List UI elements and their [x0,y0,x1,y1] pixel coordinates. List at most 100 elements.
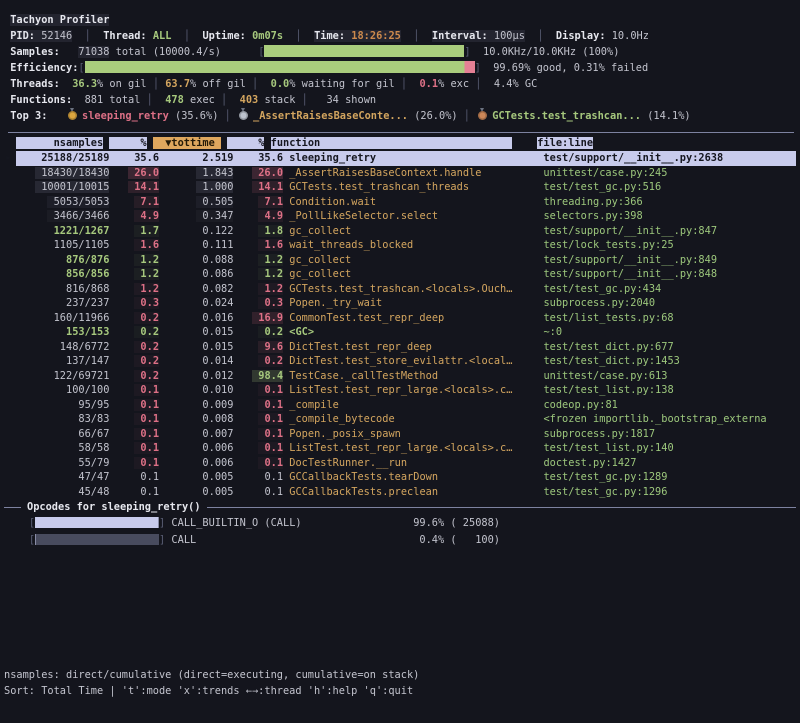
cell-tottime: 0.006 [196,457,233,469]
text-fg: 4.4 [494,78,513,90]
table-row[interactable]: 1105/1105 1.6 0.111 1.6 wait_threads_blo… [4,238,796,253]
table-row[interactable]: 55/79 0.1 0.006 0.1 DocTestRunner.__run … [4,456,796,471]
table-row[interactable]: 83/83 0.1 0.008 0.1 _compile_bytecode <f… [4,412,796,427]
table-row[interactable]: 58/58 0.1 0.006 0.1 ListTest.test_repr_l… [4,441,796,456]
table-row[interactable]: 153/153 0.2 0.015 0.2 <GC> ~:0 [4,325,796,340]
text-lbl: Time: [314,30,351,42]
cell-cumulative-pct: 0.1 [258,428,283,440]
table-row[interactable]: 5053/5053 7.1 0.505 7.1 Condition.wait t… [4,195,796,210]
column-header-nsamples[interactable]: nsamples [16,137,103,149]
cell-cumulative-pct: 1.6 [258,239,283,251]
text-grn: 0.0 [271,78,290,90]
text-amb: 63.7 [165,78,190,90]
text-fg [481,78,493,90]
cell-file-line: test/support/__init__.py:2638 [543,152,723,164]
cell-tottime: 0.005 [196,486,233,498]
text-fg [407,78,419,90]
table-row[interactable]: 237/237 0.3 0.024 0.3 Popen._try_wait su… [4,296,796,311]
table-row[interactable]: 100/100 0.1 0.010 0.1 ListTest.test_repr… [4,383,796,398]
text-grn: GCTests.test_trashcan... [492,110,641,122]
text-fg: 99.69% good, 0.31% failed [481,62,648,74]
cell-tottime: 0.006 [196,442,233,454]
cell-nsamples: 83/83 [72,413,109,425]
text-fg [544,30,556,42]
cell-function: DictTest.test_store_evilattr.<local… [289,355,512,367]
table-row[interactable]: 45/48 0.1 0.005 0.1 GCCallbackTests.prec… [4,485,796,500]
cell-function: _PollLikeSelector.select [289,210,438,222]
cell-direct-pct: 0.2 [134,355,159,367]
opcode-row: [] CALL 0.4% ( 100) [4,532,796,549]
cell-function: gc_collect [289,225,351,237]
cell-tottime: 0.014 [196,355,233,367]
cell-cumulative-pct: 0.1 [258,471,283,483]
text-fg: total [103,94,146,106]
cell-direct-pct: 0.1 [134,384,159,396]
cell-tottime: 1.000 [196,181,233,193]
column-header-tottime[interactable]: ▼tottime [153,137,221,149]
text-amb: 403 [240,94,259,106]
table-row[interactable]: 160/11966 0.2 0.016 16.9 CommonTest.test… [4,311,796,326]
text-fg: 881 [85,94,104,106]
text-fg: % on gil [97,78,153,90]
cell-file-line: test/test_dict.py:1453 [543,355,679,367]
opcode-pct: 99.6% ( 25088) [413,517,500,529]
table-row[interactable]: ▶ 25188/25189 35.6 2.519 35.6 sleeping_r… [4,151,796,166]
cell-direct-pct: 0.1 [134,486,159,498]
cell-direct-pct: 1.2 [134,254,159,266]
cell-cumulative-pct: 1.2 [258,268,283,280]
table-row[interactable]: 47/47 0.1 0.005 0.1 GCCallbackTests.tear… [4,470,796,485]
table-row[interactable]: 122/69721 0.2 0.012 98.4 TestCase._callT… [4,369,796,384]
gold-medal-icon [66,108,79,121]
cell-cumulative-pct: 26.0 [252,167,283,179]
cell-direct-pct: 0.1 [134,428,159,440]
table-row[interactable]: 1221/1267 1.7 0.122 1.8 gc_collect test/… [4,224,796,239]
text-fg: 100µs [494,30,525,42]
table-row[interactable]: 10001/10015 14.1 1.000 14.1 GCTests.test… [4,180,796,195]
column-header-function[interactable]: function [271,137,513,149]
table-row[interactable]: 148/6772 0.2 0.015 9.6 DictTest.test_rep… [4,340,796,355]
text-fg [308,94,327,106]
text-fg [60,78,72,90]
cell-file-line: subprocess.py:2040 [543,297,655,309]
text-fg: 10.0KHz/10.0KHz (100%) [471,46,620,58]
cell-tottime: 0.015 [196,326,233,338]
table-row[interactable]: 816/868 1.2 0.082 1.2 GCTests.test_trash… [4,282,796,297]
text-fg [525,30,537,42]
table-row[interactable]: 137/147 0.2 0.014 0.2 DictTest.test_stor… [4,354,796,369]
cell-cumulative-pct: 0.1 [258,399,283,411]
cell-tottime: 0.009 [196,399,233,411]
header-separator [8,132,794,133]
cell-nsamples: 25188/25189 [35,152,109,164]
opcodes-panel: Opcodes for sleeping_retry() [] CALL_BUI… [4,499,796,549]
cell-nsamples: 45/48 [72,486,109,498]
text-lbl: Interval: [432,30,494,42]
functions-table: nsamples % ▼tottime % function file:line… [4,136,796,499]
table-row[interactable]: 18430/18430 26.0 1.843 26.0 _AssertRaise… [4,166,796,181]
column-header-direct-pct[interactable]: % [109,137,146,149]
table-row[interactable]: 3466/3466 4.9 0.347 4.9 _PollLikeSelecto… [4,209,796,224]
cell-tottime: 1.843 [196,167,233,179]
cell-function: Popen._posix_spawn [289,428,401,440]
table-row[interactable]: 876/876 1.2 0.088 1.2 gc_collect test/su… [4,253,796,268]
opcode-bar [35,534,159,545]
text-lbl: Display: [556,30,612,42]
cell-cumulative-pct: 0.3 [258,297,283,309]
cell-nsamples: 5053/5053 [47,196,109,208]
cell-function: ListTest.test_repr_large.<locals>.c… [289,384,512,396]
column-header-file-line[interactable]: file:line [537,137,593,149]
column-header-cumulative-pct[interactable]: % [227,137,264,149]
text-fg: stack [258,94,301,106]
cell-direct-pct: 0.2 [134,341,159,353]
text-fg: shown [339,94,376,106]
table-row[interactable]: 856/856 1.2 0.086 1.2 gc_collect test/su… [4,267,796,282]
table-row[interactable]: 95/95 0.1 0.009 0.1 _compile codeop.py:8… [4,398,796,413]
text-fg [91,30,103,42]
cell-tottime: 0.505 [196,196,233,208]
cell-file-line: <frozen importlib._bootstrap_externa [543,413,766,425]
top-functions-line: Top 3: sleeping_retry (35.6%) │ _AssertR… [4,108,691,124]
cell-direct-pct: 7.1 [134,196,159,208]
efficiency-line: Efficiency:[] 99.69% good, 0.31% failed [4,60,691,76]
cell-file-line: subprocess.py:1817 [543,428,655,440]
table-row[interactable]: 66/67 0.1 0.007 0.1 Popen._posix_spawn s… [4,427,796,442]
cell-nsamples: 148/6772 [54,341,110,353]
